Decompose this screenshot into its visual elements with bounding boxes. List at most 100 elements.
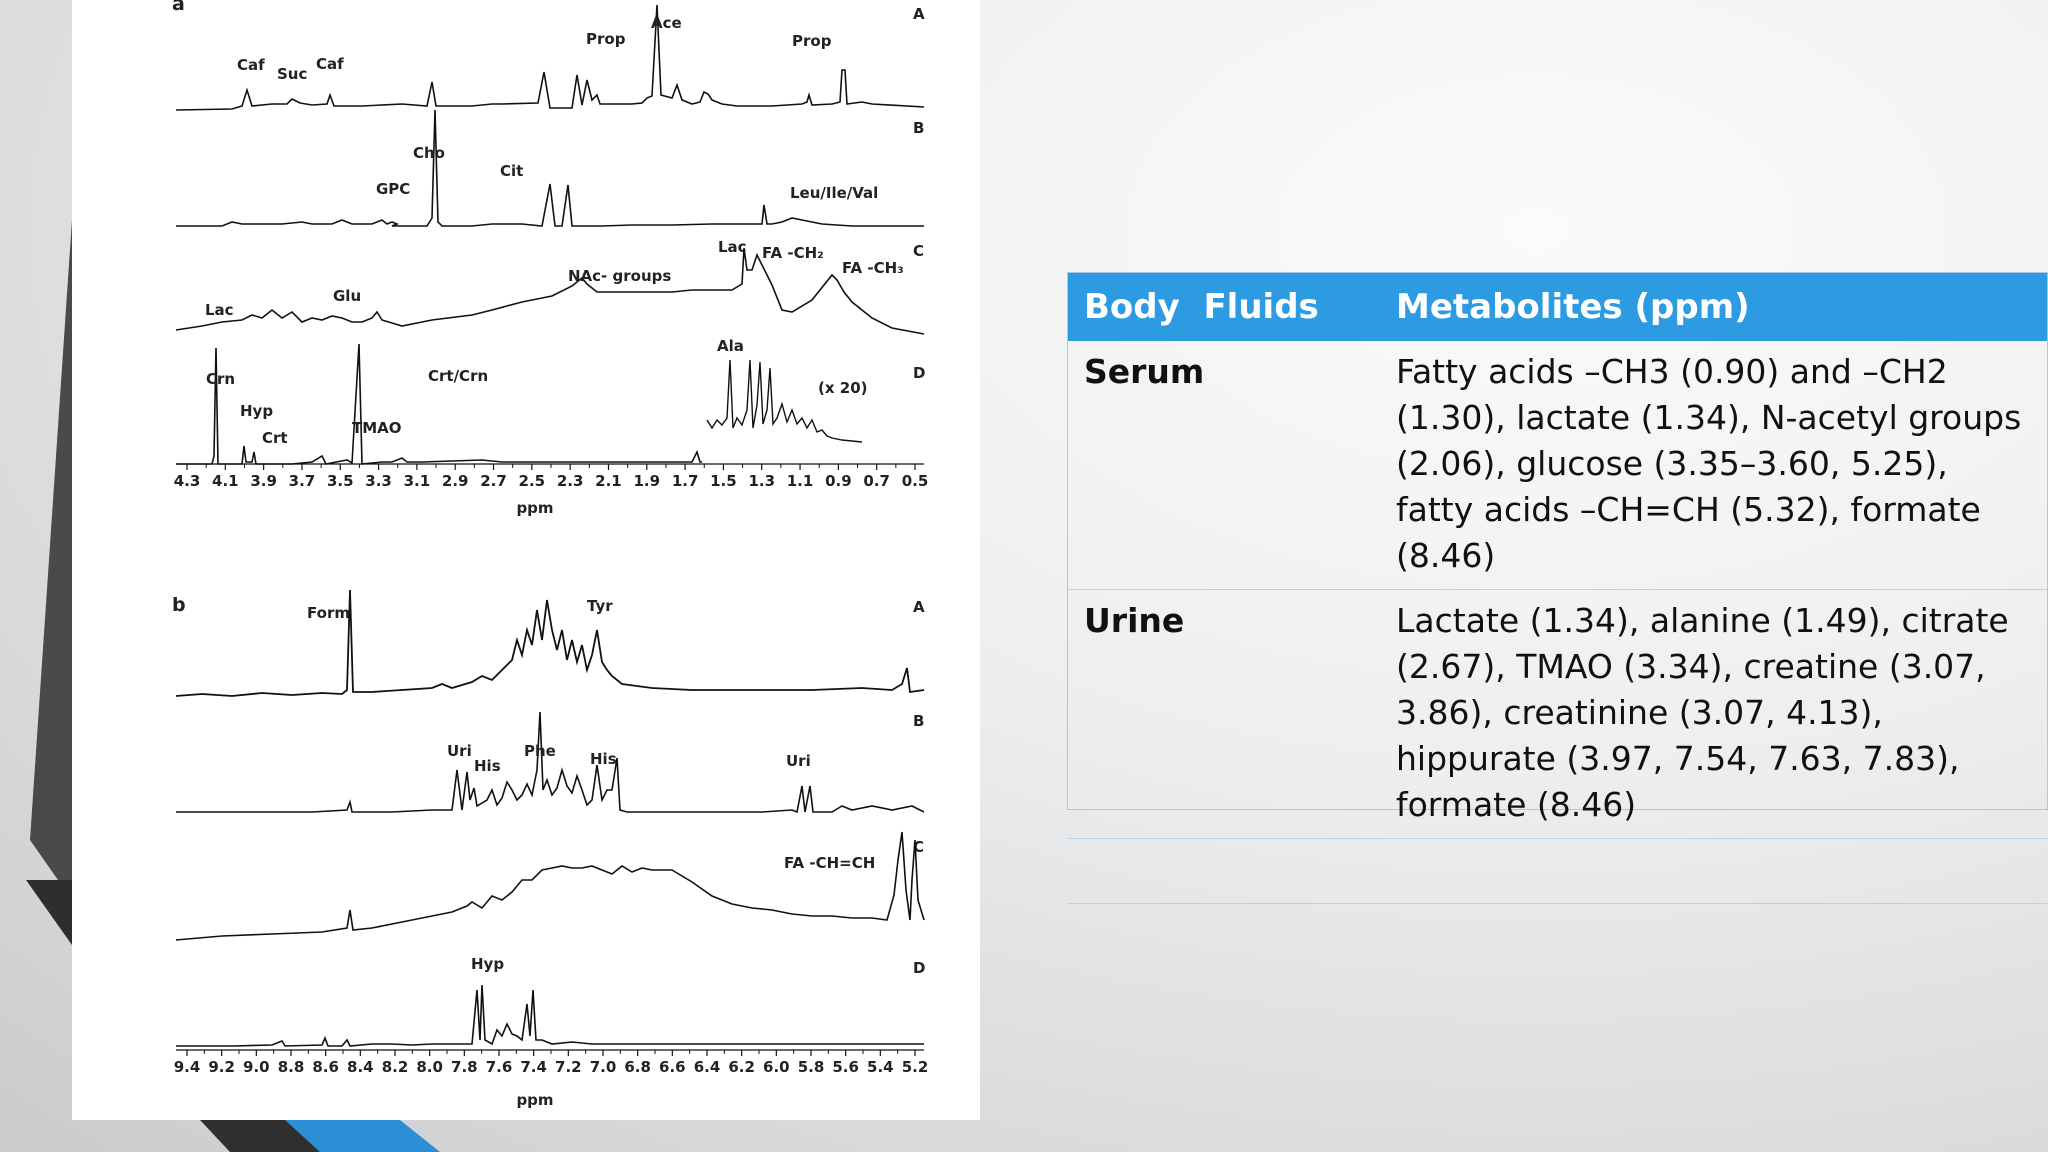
peak-label: Caf: [237, 56, 265, 74]
tick-label: 8.4: [347, 1058, 374, 1076]
peak-label: Crt: [262, 429, 288, 447]
tick-label: 3.3: [365, 472, 392, 490]
spectrum-trace: [175, 831, 925, 941]
peak-label: Form: [307, 604, 350, 622]
table-row: Urine Lactate (1.34), alanine (1.49), ci…: [1068, 589, 2047, 839]
tick-label: 7.8: [451, 1058, 478, 1076]
spectrum-trace: [176, 109, 924, 227]
peak-label: Ala: [717, 337, 744, 355]
header-body-fluids: Body Fluids: [1068, 273, 1380, 341]
peak-label: GPC: [376, 180, 410, 198]
metabolites-cell: Lactate (1.34), alanine (1.49), citrate …: [1380, 589, 2047, 839]
tick-label: 3.5: [327, 472, 354, 490]
nmr-spectra-figure: a A B C D Caf Suc Caf Prop Ace Prop Cho …: [72, 0, 980, 1120]
peak-label: TMAO: [352, 419, 402, 437]
tick-label: 6.0: [763, 1058, 790, 1076]
peak-label: Cit: [500, 162, 523, 180]
peak-label: Uri: [786, 752, 811, 770]
tick-label: 0.5: [902, 472, 929, 490]
peak-label: Crt/Crn: [428, 367, 488, 385]
tick-label: 3.7: [289, 472, 316, 490]
tick-label: 5.4: [867, 1058, 894, 1076]
tick-label: 0.9: [825, 472, 852, 490]
tick-label: 2.5: [519, 472, 546, 490]
tick-label: 6.8: [624, 1058, 651, 1076]
tick-label: 7.6: [486, 1058, 513, 1076]
fluid-cell: Serum: [1068, 341, 1380, 590]
trace-b-D: D: [913, 959, 925, 977]
peak-label: FA -CH₃: [842, 259, 904, 277]
peak-label: Hyp: [240, 402, 273, 420]
peak-label: Lac: [205, 301, 234, 319]
peak-label: NAc- groups: [568, 267, 671, 285]
trace-a-D: D: [913, 364, 925, 382]
spectrum-trace-x20: [706, 359, 863, 443]
tick-label: 2.9: [442, 472, 469, 490]
peak-label: Uri: [447, 742, 472, 760]
metabolites-cell: Fatty acids –CH3 (0.90) and –CH2 (1.30),…: [1380, 341, 2047, 590]
peak-label: FA -CH=CH: [784, 854, 875, 872]
peak-label: (x 20): [818, 379, 867, 397]
axis-label-b: ppm: [516, 1091, 553, 1109]
tick-label: 1.9: [634, 472, 661, 490]
tick-label: 2.1: [595, 472, 622, 490]
trace-a-A: A: [913, 5, 925, 23]
tick-label: 6.4: [694, 1058, 721, 1076]
tick-label: 8.2: [382, 1058, 409, 1076]
tick-label: 1.3: [748, 472, 775, 490]
tick-label: 7.0: [590, 1058, 617, 1076]
tick-label: 5.8: [798, 1058, 825, 1076]
tick-label: 3.1: [404, 472, 431, 490]
spectrum-trace: [175, 589, 925, 697]
tick-label: 8.8: [278, 1058, 305, 1076]
table-header-row: Body Fluids Metabolites (ppm): [1068, 273, 2047, 341]
peak-label: FA -CH₂: [762, 244, 824, 262]
tick-label: 7.2: [555, 1058, 582, 1076]
tick-label: 1.7: [672, 472, 699, 490]
tick-label: 9.4: [174, 1058, 201, 1076]
tick-label: 2.3: [557, 472, 584, 490]
peak-label: His: [474, 757, 501, 775]
spectrum-trace: [175, 4, 925, 111]
trace-b-A: A: [913, 598, 925, 616]
spectrum-trace: [176, 984, 924, 1047]
tick-label: 5.2: [902, 1058, 929, 1076]
tick-label: 7.4: [520, 1058, 547, 1076]
peak-label: Hyp: [471, 955, 504, 973]
fluid-cell: [1068, 838, 1380, 904]
table-row: [1068, 838, 2047, 904]
header-metabolites: Metabolites (ppm): [1380, 273, 2047, 341]
peak-label: Prop: [792, 32, 832, 50]
tick-label: 4.3: [174, 472, 201, 490]
metabolites-table: Body Fluids Metabolites (ppm) Serum Fatt…: [1067, 272, 2048, 904]
tick-label: 9.2: [208, 1058, 235, 1076]
peak-label: Phe: [524, 742, 556, 760]
tick-label: 5.6: [832, 1058, 859, 1076]
tick-label: 4.1: [212, 472, 239, 490]
panel-a-label: a: [172, 0, 185, 15]
peak-label: Crn: [206, 370, 235, 388]
tick-label: 6.2: [728, 1058, 755, 1076]
nmr-spectra-svg: a A B C D Caf Suc Caf Prop Ace Prop Cho …: [172, 0, 929, 1109]
spectrum-trace: [176, 711, 925, 814]
peak-label: Prop: [586, 30, 626, 48]
trace-a-C: C: [913, 242, 924, 260]
tick-label: 2.7: [480, 472, 507, 490]
peak-label: Lac: [718, 238, 747, 256]
panel-b-label: b: [172, 594, 186, 616]
table-row: Serum Fatty acids –CH3 (0.90) and –CH2 (…: [1068, 341, 2047, 590]
metabolites-cell: [1380, 838, 2047, 904]
peak-label: Cho: [413, 144, 445, 162]
trace-b-B: B: [913, 712, 924, 730]
tick-label: 0.7: [863, 472, 890, 490]
peak-label: His: [590, 750, 617, 768]
tick-label: 6.6: [659, 1058, 686, 1076]
tick-label: 8.0: [416, 1058, 443, 1076]
axis-label-a: ppm: [516, 499, 553, 517]
peak-label: Tyr: [587, 597, 613, 615]
x-axis-ticks-b: 9.4 9.2 9.0 8.8 8.6 8.4 8.2 8.0 7.8 7.6 7.4 7.2 7.0 6…: [174, 1050, 929, 1076]
peak-label: Ace: [651, 14, 682, 32]
tick-label: 1.1: [787, 472, 814, 490]
fluid-cell: Urine: [1068, 589, 1380, 839]
x-axis-ticks-a: 4.3 4.1 3.9 3.7 3.5 3.3 3.1 2.9 2.7 2.5 2.3 2.1 1.9 1…: [174, 464, 929, 490]
